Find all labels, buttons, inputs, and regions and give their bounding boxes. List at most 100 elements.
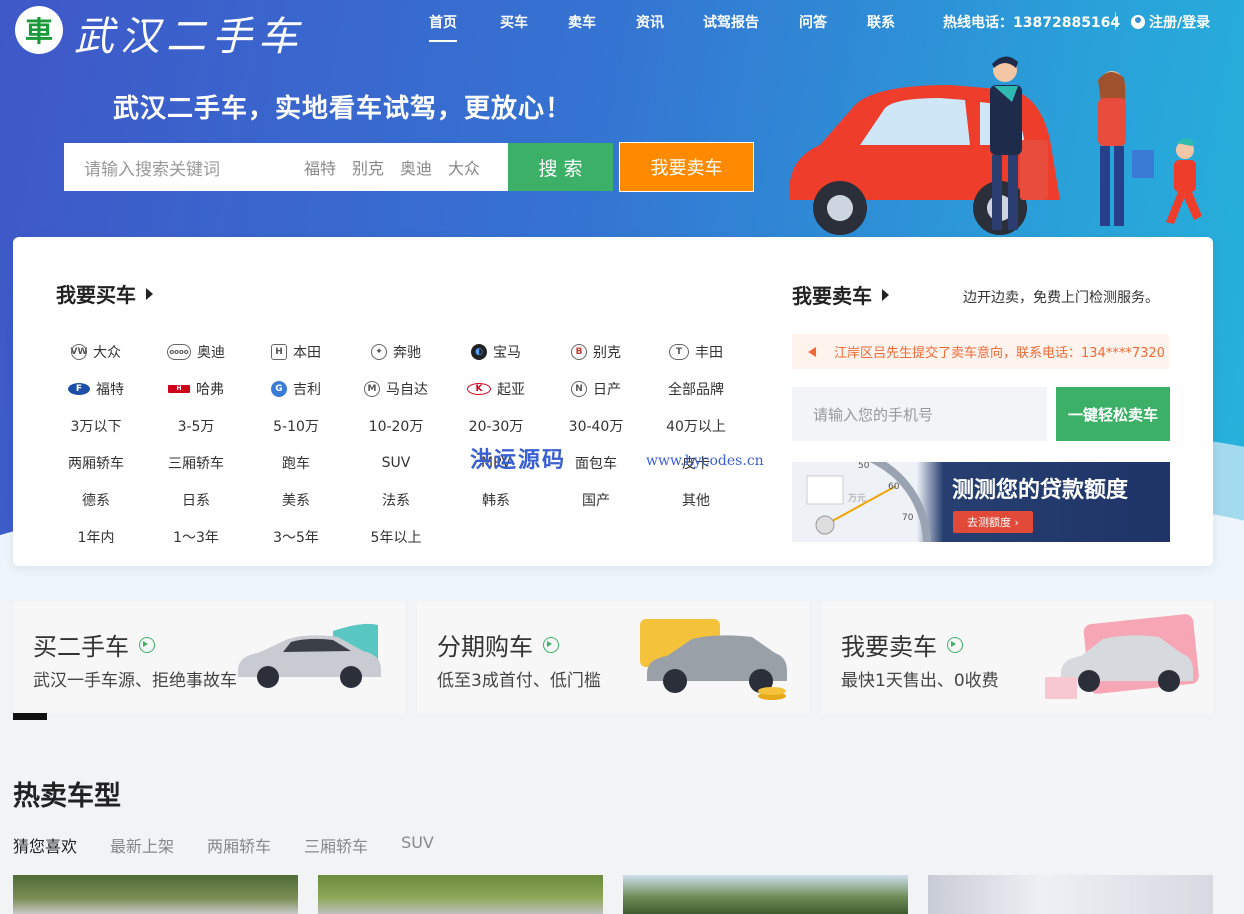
tab-guess-you-like[interactable]: 猜您喜欢 xyxy=(13,833,77,857)
price-filter[interactable]: 10-20万 xyxy=(346,416,446,436)
brand-item[interactable]: VW 大众 xyxy=(46,342,146,362)
ford-logo-icon: F xyxy=(68,382,90,395)
brand-item[interactable]: H 本田 xyxy=(246,342,346,362)
price-filter[interactable]: 30-40万 xyxy=(546,416,646,436)
sell-section-title[interactable]: 我要卖车 xyxy=(792,280,889,309)
brand-label: 丰田 xyxy=(695,344,723,361)
family-car-illustration xyxy=(789,56,1202,235)
sell-car-card[interactable]: 我要卖车 最快1天售出、0收费 xyxy=(821,601,1213,713)
tab-newest[interactable]: 最新上架 xyxy=(110,833,174,857)
search-input[interactable]: 请输入搜索关键词 xyxy=(64,155,304,180)
logo-icon[interactable]: 車 xyxy=(15,6,63,54)
brand-item[interactable]: G 吉利 xyxy=(246,379,346,399)
body-type-filter[interactable]: 两厢轿车 xyxy=(46,453,146,473)
car-photo[interactable] xyxy=(13,875,298,914)
login-link[interactable]: 注册/登录 xyxy=(1131,12,1210,32)
card-title-text: 我要卖车 xyxy=(841,633,937,661)
toyota-logo-icon: T xyxy=(669,343,689,360)
brand-item[interactable]: H 哈弗 xyxy=(146,379,246,399)
price-filter[interactable]: 3万以下 xyxy=(46,416,146,436)
brand-item[interactable]: K 起亚 xyxy=(446,379,546,399)
logo-mark-glyph: 車 xyxy=(24,15,53,48)
suv-gift-illustration xyxy=(1045,614,1199,699)
brand-item[interactable]: F 福特 xyxy=(46,379,146,399)
search-box[interactable]: 请输入搜索关键词 福特 别克 奥迪 大众 xyxy=(64,143,508,191)
tab-hatchback[interactable]: 两厢轿车 xyxy=(207,833,271,857)
nav-test-drive[interactable]: 试驾报告 xyxy=(684,12,778,32)
brand-item[interactable]: T 丰田 xyxy=(646,342,746,362)
age-filter[interactable]: 5年以上 xyxy=(346,527,446,547)
price-filter[interactable]: 20-30万 xyxy=(446,416,546,436)
main-nav: 首页 买车 卖车 资讯 试驾报告 问答 联系 xyxy=(412,12,914,42)
loan-test-button[interactable]: 去测额度 › xyxy=(953,511,1033,533)
audi-logo-icon: oooo xyxy=(167,343,191,360)
benz-logo-icon: ✦ xyxy=(371,343,387,360)
nav-sell[interactable]: 卖车 xyxy=(548,12,616,32)
price-filter[interactable]: 5-10万 xyxy=(246,416,346,436)
brand-item[interactable]: ✦ 奔驰 xyxy=(346,342,446,362)
price-filter[interactable]: 3-5万 xyxy=(146,416,246,436)
body-type-filter[interactable]: SUV xyxy=(346,455,446,471)
hot-models-title: 热卖车型 xyxy=(13,781,121,812)
brand-item[interactable]: ◐ 宝马 xyxy=(446,342,546,362)
nav-contact[interactable]: 联系 xyxy=(848,12,914,32)
watermark-text: 洪运源码 xyxy=(470,447,567,473)
search-tag[interactable]: 奥迪 xyxy=(400,155,432,179)
brand-row: VW 大众 oooo 奥迪 H 本田 ✦ 奔驰 ◐ 宝马 B 别克 T 丰田 xyxy=(46,333,746,370)
buy-section-title[interactable]: 我要买车 xyxy=(56,279,153,308)
gauge-tick-60: 60 xyxy=(888,482,900,492)
nav-home[interactable]: 首页 xyxy=(412,12,474,42)
brand-item[interactable]: M 马自达 xyxy=(346,379,446,399)
buy-used-card[interactable]: 买二手车 武汉一手车源、拒绝事故车 xyxy=(13,601,405,713)
age-filter[interactable]: 3～5年 xyxy=(246,527,346,547)
age-filter[interactable]: 1～3年 xyxy=(146,527,246,547)
origin-filter[interactable]: 韩系 xyxy=(446,490,546,510)
search-button[interactable]: 搜 索 xyxy=(508,143,613,191)
nav-qa[interactable]: 问答 xyxy=(778,12,848,32)
search-hot-tags: 福特 别克 奥迪 大众 xyxy=(304,155,480,179)
card-title: 买二手车 xyxy=(33,627,155,662)
origin-filter[interactable]: 法系 xyxy=(346,490,446,510)
nav-buy[interactable]: 买车 xyxy=(480,12,548,32)
age-row: 1年内 1～3年 3～5年 5年以上 xyxy=(46,518,746,555)
phone-input[interactable]: 请输入您的手机号 xyxy=(792,387,1047,441)
tab-sedan[interactable]: 三厢轿车 xyxy=(304,833,368,857)
tab-suv[interactable]: SUV xyxy=(401,833,434,857)
quick-sell-button[interactable]: 一键轻松卖车 xyxy=(1056,387,1170,441)
brand-item[interactable]: B 别克 xyxy=(546,342,646,362)
body-type-filter[interactable]: 跑车 xyxy=(246,453,346,473)
loan-banner[interactable]: 50 60 70 万元 测测您的贷款额度 去测额度 › xyxy=(792,462,1170,542)
sell-car-button[interactable]: 我要卖车 xyxy=(619,142,754,192)
brand-label: 起亚 xyxy=(497,381,525,398)
body-type-filter[interactable]: 三厢轿车 xyxy=(146,453,246,473)
body-type-row: 两厢轿车 三厢轿车 跑车 SUV MPV 面包车 皮卡 xyxy=(46,444,746,481)
origin-filter[interactable]: 德系 xyxy=(46,490,146,510)
card-subtitle: 低至3成首付、低门槛 xyxy=(437,671,601,691)
origin-filter[interactable]: 美系 xyxy=(246,490,346,510)
nav-news[interactable]: 资讯 xyxy=(616,12,684,32)
price-filter[interactable]: 40万以上 xyxy=(646,416,746,436)
arrow-right-icon xyxy=(146,287,153,300)
age-filter[interactable]: 1年内 xyxy=(46,527,146,547)
car-photo[interactable] xyxy=(318,875,603,914)
origin-filter[interactable]: 国产 xyxy=(546,490,646,510)
origin-filter[interactable]: 其他 xyxy=(646,490,746,510)
car-photo[interactable] xyxy=(623,875,908,914)
login-label: 注册/登录 xyxy=(1149,15,1211,31)
all-brands-link[interactable]: 全部品牌 xyxy=(646,379,746,399)
buy-filter-grid: VW 大众 oooo 奥迪 H 本田 ✦ 奔驰 ◐ 宝马 B 别克 T 丰田 F 福特 H 哈弗 … xyxy=(46,333,746,555)
search-tag[interactable]: 大众 xyxy=(448,155,480,179)
brand-item[interactable]: N 日产 xyxy=(546,379,646,399)
honda-logo-icon: H xyxy=(271,343,287,360)
nissan-logo-icon: N xyxy=(571,380,587,397)
logo-text[interactable]: 武汉二手车 xyxy=(74,4,304,62)
search-tag[interactable]: 福特 xyxy=(304,155,336,179)
brand-item[interactable]: oooo 奥迪 xyxy=(146,342,246,362)
arrow-circle-icon xyxy=(947,636,963,653)
installment-card[interactable]: 分期购车 低至3成首付、低门槛 xyxy=(417,601,809,713)
car-photo[interactable] xyxy=(928,875,1213,914)
search-tag[interactable]: 别克 xyxy=(352,155,384,179)
vw-logo-icon: VW xyxy=(71,343,87,360)
origin-filter[interactable]: 日系 xyxy=(146,490,246,510)
buick-logo-icon: B xyxy=(571,343,587,360)
